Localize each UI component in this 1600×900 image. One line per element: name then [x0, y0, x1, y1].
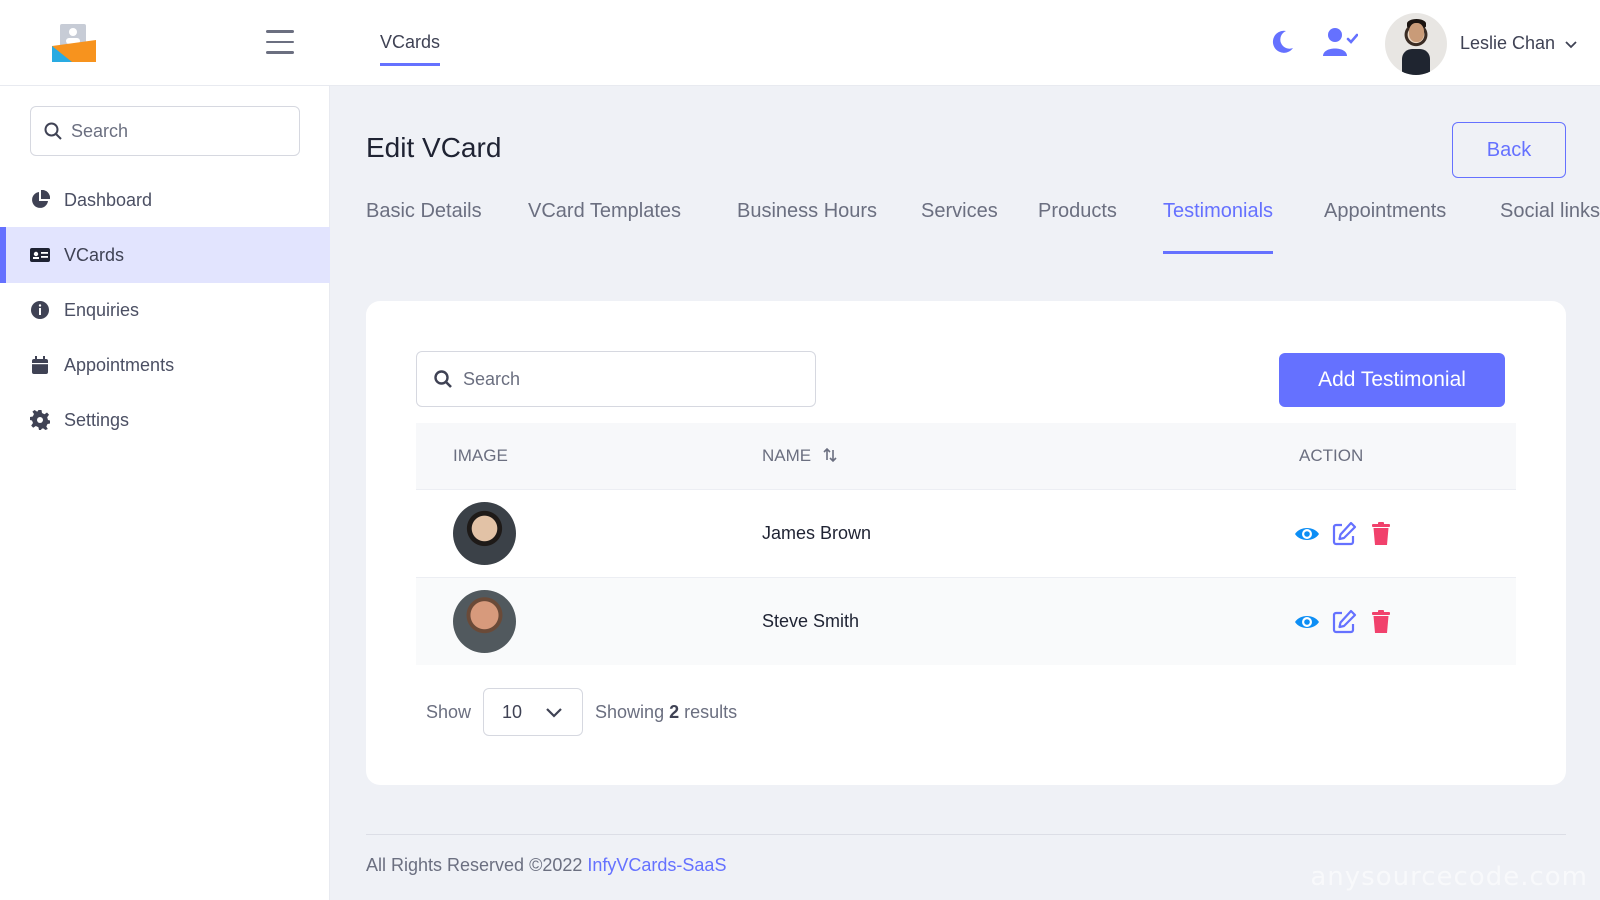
testimonial-name: Steve Smith [762, 611, 860, 631]
info-circle-icon [31, 301, 49, 319]
tab-basic-details[interactable]: Basic Details [366, 200, 482, 254]
testimonial-avatar [453, 590, 516, 653]
footer: All Rights Reserved ©2022 InfyVCards-Saa… [366, 855, 726, 876]
delete-trash-icon[interactable] [1368, 521, 1394, 547]
search-icon [434, 370, 452, 388]
sidebar-item-label: VCards [64, 244, 125, 265]
delete-trash-icon[interactable] [1368, 609, 1394, 635]
user-name-label: Leslie Chan [1460, 33, 1556, 53]
column-header-image: IMAGE [453, 446, 508, 465]
tab-products[interactable]: Products [1038, 200, 1117, 254]
sidebar-item-label: Enquiries [64, 299, 140, 320]
sidebar-item-appointments[interactable]: Appointments [0, 337, 330, 393]
table-header: IMAGE NAME ACTION [416, 423, 1516, 489]
footer-divider [366, 834, 1566, 835]
results-prefix: Showing [595, 701, 665, 722]
sidebar-item-dashboard[interactable]: Dashboard [0, 172, 330, 228]
chevron-down-icon [546, 708, 562, 718]
sidebar-search-input[interactable] [71, 120, 291, 142]
sidebar-item-label: Dashboard [64, 189, 153, 210]
gear-icon [30, 410, 50, 430]
table-search[interactable] [416, 351, 816, 407]
edit-icon[interactable] [1331, 609, 1357, 635]
testimonials-card: Add Testimonial IMAGE NAME ACTION James … [366, 301, 1566, 785]
sidebar-item-vcards[interactable]: VCards [0, 227, 330, 283]
sidebar-search[interactable] [30, 106, 300, 156]
pie-chart-icon [32, 190, 50, 208]
calendar-icon [32, 356, 48, 374]
tab-vcard-templates[interactable]: VCard Templates [528, 200, 681, 254]
search-icon [44, 122, 62, 140]
sort-icon[interactable] [822, 447, 838, 463]
column-header-name-label: NAME [762, 446, 812, 465]
column-header-name[interactable]: NAME [762, 446, 838, 466]
chevron-down-icon [1565, 40, 1577, 48]
id-card-icon [30, 248, 50, 262]
menu-toggle-icon[interactable] [266, 30, 294, 56]
pagination-bar: Show 10 Showing 2 results [426, 688, 737, 736]
results-count: 2 [669, 701, 680, 722]
sidebar-item-label: Settings [64, 409, 130, 430]
page-size-select[interactable]: 10 [483, 688, 584, 736]
tab-testimonials[interactable]: Testimonials [1163, 200, 1274, 254]
testimonial-name: James Brown [762, 523, 872, 543]
watermark: anysourcecode.com [1310, 862, 1588, 892]
sidebar: Dashboard VCards Enquiries Appointments … [0, 86, 330, 900]
results-suffix: results [684, 701, 738, 722]
table-row: James Brown [416, 489, 1516, 577]
footer-link[interactable]: InfyVCards-SaaS [587, 855, 726, 875]
sidebar-item-enquiries[interactable]: Enquiries [0, 282, 330, 338]
edit-icon[interactable] [1331, 521, 1357, 547]
row-actions [1294, 609, 1394, 635]
footer-copyright: All Rights Reserved ©2022 [366, 855, 583, 875]
table-row: Steve Smith [416, 577, 1516, 665]
page-size-value: 10 [502, 701, 523, 722]
column-header-action: ACTION [1299, 446, 1364, 465]
tab-appointments[interactable]: Appointments [1324, 200, 1446, 254]
user-menu[interactable]: Leslie Chan [1460, 33, 1579, 54]
table-search-input[interactable] [463, 368, 793, 390]
view-eye-icon[interactable] [1294, 609, 1320, 635]
show-label: Show [426, 701, 472, 722]
back-button[interactable]: Back [1452, 122, 1566, 178]
tab-business-hours[interactable]: Business Hours [737, 200, 877, 254]
testimonial-avatar [453, 502, 516, 565]
top-header: VCards Leslie Chan [0, 0, 1600, 86]
tab-social-links[interactable]: Social links [1500, 200, 1600, 254]
user-check-icon[interactable] [1322, 26, 1358, 58]
add-testimonial-button[interactable]: Add Testimonial [1279, 353, 1505, 407]
dark-mode-moon-icon[interactable] [1268, 28, 1296, 56]
view-eye-icon[interactable] [1294, 521, 1320, 547]
sidebar-item-settings[interactable]: Settings [0, 392, 330, 448]
app-logo[interactable] [50, 22, 98, 64]
sidebar-item-label: Appointments [64, 354, 175, 375]
user-avatar[interactable] [1385, 13, 1447, 75]
testimonials-table: IMAGE NAME ACTION James Brown Steve Smit… [416, 423, 1516, 665]
results-summary: Showing 2 results [595, 702, 737, 723]
page-title: Edit VCard [366, 132, 502, 163]
top-tab-vcards[interactable]: VCards [380, 32, 441, 66]
row-actions [1294, 521, 1394, 547]
tab-services[interactable]: Services [921, 200, 998, 254]
